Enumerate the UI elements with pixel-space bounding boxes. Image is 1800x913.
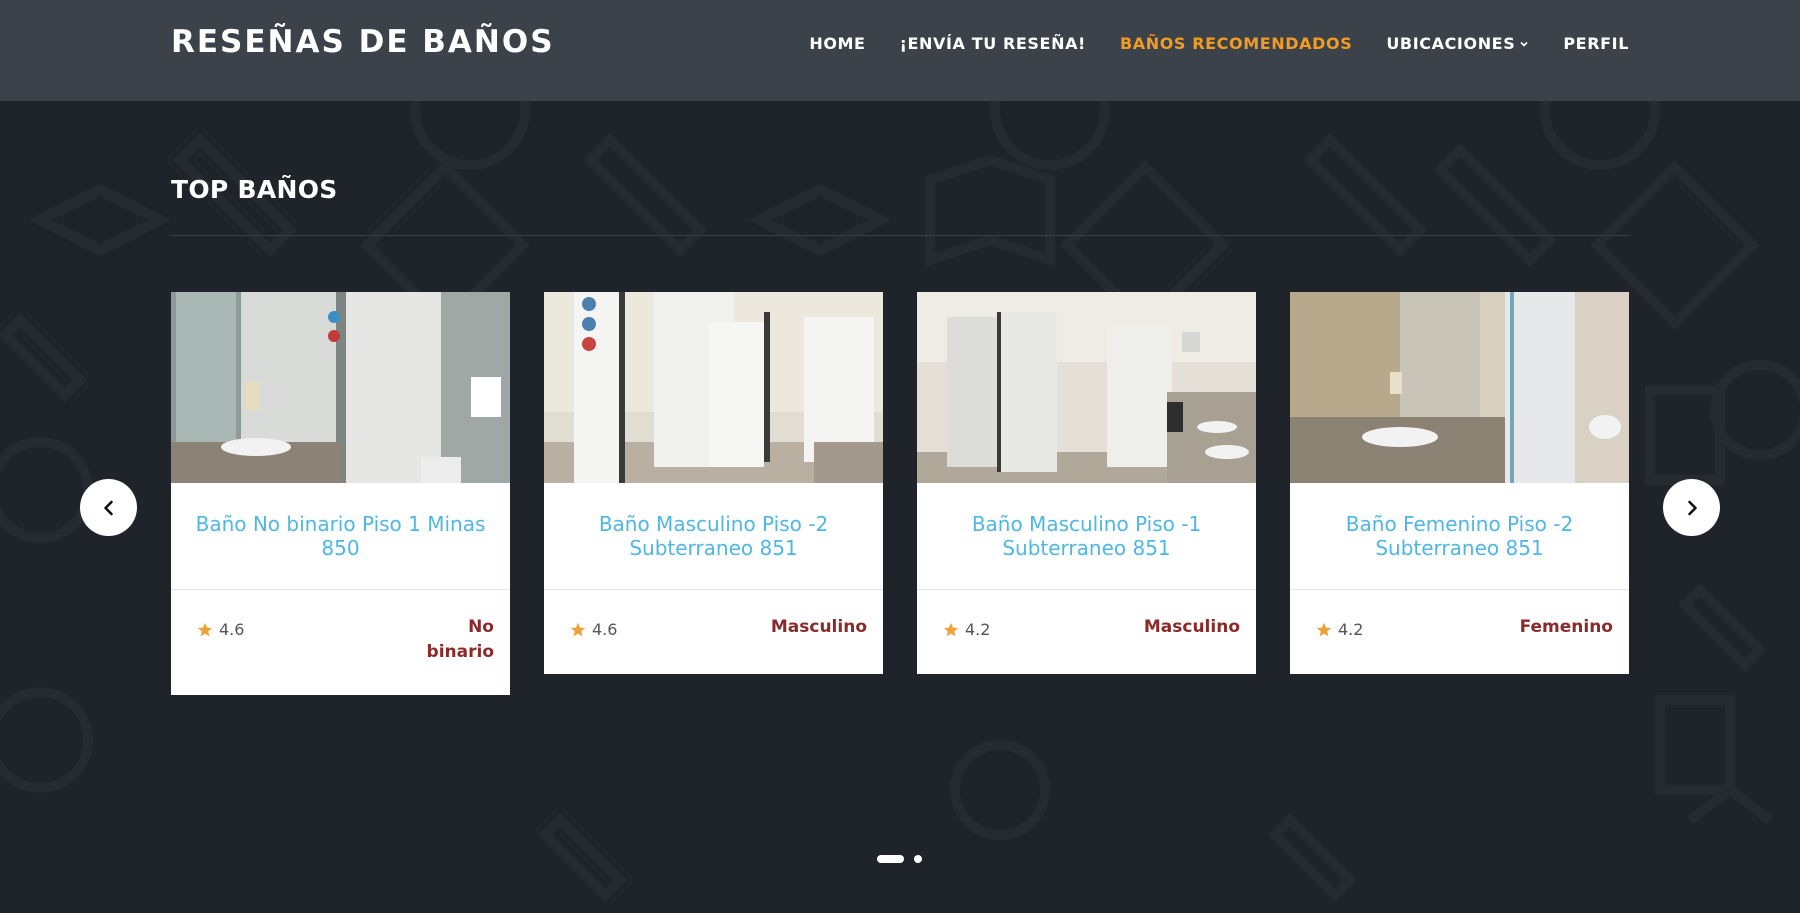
star-icon [1316, 622, 1332, 636]
carousel-pagination [877, 855, 932, 863]
gender-label: Femenino [1520, 615, 1613, 640]
bathroom-photo [544, 292, 883, 483]
gender-line: No [468, 617, 494, 637]
site-brand[interactable]: RESEÑAS DE BAÑOS [171, 24, 555, 60]
main-nav: HOME ¡ENVÍA TU RESEÑA! BAÑOS RECOMENDADO… [775, 34, 1629, 53]
rating-value: 4.2 [965, 620, 991, 639]
carousel-dot-1[interactable] [877, 855, 904, 863]
bathroom-card[interactable]: Baño Masculino Piso -2 Subterraneo 851 4… [544, 292, 883, 674]
rating-value: 4.6 [592, 620, 618, 639]
rating: 4.6 [197, 620, 244, 639]
bathroom-card[interactable]: Baño Masculino Piso -1 Subterraneo 851 4… [917, 292, 1256, 674]
gender-label: Masculino [1144, 615, 1240, 640]
bathroom-title[interactable]: Baño Masculino Piso -1 Subterraneo 851 [917, 483, 1256, 589]
gender-label: Masculino [771, 615, 867, 640]
nav-profile-label: PERFIL [1563, 34, 1629, 53]
rating-value: 4.6 [219, 620, 245, 639]
nav-locations-label: UBICACIONES [1386, 34, 1516, 53]
nav-home[interactable]: HOME [809, 34, 865, 53]
chevron-right-icon [1687, 500, 1697, 515]
gender-line: binario [426, 642, 494, 662]
bathroom-title[interactable]: Baño Masculino Piso -2 Subterraneo 851 [544, 483, 883, 589]
nav-recommended-label: BAÑOS RECOMENDADOS [1119, 34, 1353, 53]
bathroom-title[interactable]: Baño No binario Piso 1 Minas 850 [171, 483, 510, 589]
card-footer: 4.6 Masculino [544, 590, 883, 640]
nav-profile[interactable]: PERFIL [1563, 34, 1629, 53]
carousel-prev-button[interactable] [80, 479, 137, 536]
star-icon [570, 622, 586, 636]
nav-recommended[interactable]: BAÑOS RECOMENDADOS [1120, 34, 1352, 53]
gender-line: Masculino [770, 617, 867, 637]
nav-home-label: HOME [809, 34, 866, 53]
card-footer: 4.6 No binario [171, 590, 510, 665]
section-divider [171, 235, 1629, 236]
nav-send-review[interactable]: ¡ENVÍA TU RESEÑA! [900, 34, 1086, 53]
gender-label: No binario [427, 615, 494, 665]
bathroom-photo [1290, 292, 1629, 483]
card-footer: 4.2 Masculino [917, 590, 1256, 640]
rating: 4.2 [1316, 620, 1363, 639]
bathroom-carousel: Baño No binario Piso 1 Minas 850 4.6 No … [171, 292, 1629, 722]
bathroom-card[interactable]: Baño No binario Piso 1 Minas 850 4.6 No … [171, 292, 510, 695]
card-footer: 4.2 Femenino [1290, 590, 1629, 640]
star-icon [943, 622, 959, 636]
bathroom-card[interactable]: Baño Femenino Piso -2 Subterraneo 851 4.… [1290, 292, 1629, 674]
bathroom-photo [917, 292, 1256, 483]
nav-send-review-label: ¡ENVÍA TU RESEÑA! [899, 34, 1086, 53]
chevron-down-icon [1520, 41, 1528, 47]
bathroom-title[interactable]: Baño Femenino Piso -2 Subterraneo 851 [1290, 483, 1629, 589]
section-title: TOP BAÑOS [171, 175, 338, 204]
chevron-left-icon [103, 500, 113, 515]
star-icon [197, 622, 213, 636]
rating: 4.2 [943, 620, 990, 639]
gender-line: Masculino [1143, 617, 1240, 637]
rating-value: 4.2 [1338, 620, 1364, 639]
gender-line: Femenino [1519, 617, 1613, 637]
rating: 4.6 [570, 620, 617, 639]
carousel-dot-2[interactable] [914, 855, 922, 863]
carousel-next-button[interactable] [1663, 479, 1720, 536]
nav-locations[interactable]: UBICACIONES [1386, 34, 1529, 53]
bathroom-photo [171, 292, 510, 483]
top-navbar: RESEÑAS DE BAÑOS HOME ¡ENVÍA TU RESEÑA! … [0, 0, 1800, 101]
